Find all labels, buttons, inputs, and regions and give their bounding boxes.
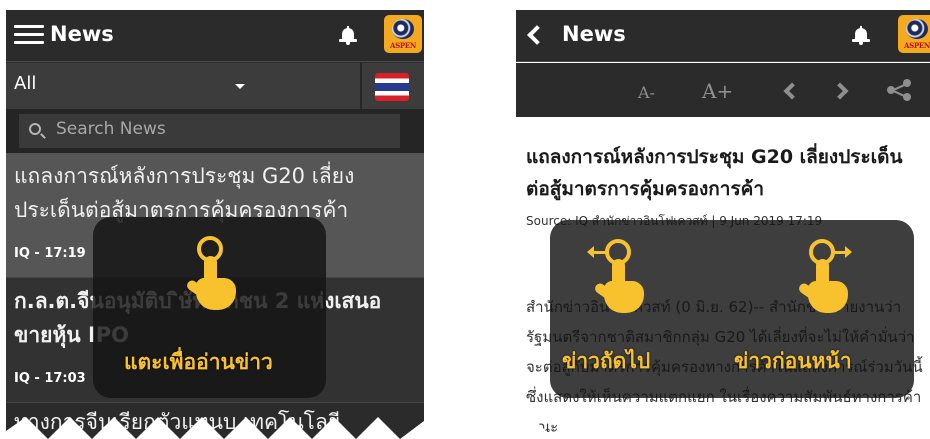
aspen-logo[interactable]: ASPEN: [898, 15, 930, 53]
header-title: News: [50, 22, 114, 46]
filter-row: All: [6, 63, 424, 109]
news-list-screen: News ASPEN All Search News แถลงการณ์หลัง…: [6, 10, 424, 439]
bell-icon[interactable]: [339, 26, 357, 46]
search-input[interactable]: Search News: [19, 114, 400, 148]
news-detail-screen: News ASPEN A- A+ แถลงการณ์หลังการประชุม …: [516, 10, 930, 439]
article-headline: แถลงการณ์หลังการประชุม G20 เลี่ยงประเด็น…: [526, 146, 903, 200]
aspen-logo[interactable]: ASPEN: [384, 15, 422, 53]
previous-article-icon[interactable]: [783, 82, 801, 100]
logo-text: ASPEN: [904, 41, 930, 50]
header-bar: News ASPEN: [6, 10, 424, 62]
previous-news-hint: ข่าวก่อนหน้า: [734, 349, 852, 373]
torn-edge: [516, 417, 930, 439]
back-icon[interactable]: [527, 25, 547, 45]
font-decrease-button[interactable]: A-: [638, 83, 655, 102]
tap-to-read-hint: แตะเพื่ออ่านข่าว: [124, 350, 273, 374]
share-icon[interactable]: [887, 79, 911, 101]
torn-edge: [6, 417, 424, 439]
next-article-icon[interactable]: [831, 82, 849, 100]
thai-flag-icon[interactable]: [375, 73, 409, 101]
category-dropdown[interactable]: All: [6, 63, 362, 109]
news-meta: IQ - 17:19: [14, 246, 86, 261]
bell-icon[interactable]: [852, 26, 870, 46]
search-bar: Search News: [6, 109, 424, 153]
search-placeholder: Search News: [56, 119, 166, 139]
header-bar: News ASPEN: [516, 10, 930, 62]
news-meta: IQ - 17:03: [14, 371, 86, 386]
category-value: All: [14, 73, 37, 94]
font-increase-button[interactable]: A+: [702, 79, 733, 103]
logo-text: ASPEN: [390, 41, 416, 50]
menu-icon[interactable]: [14, 24, 44, 46]
tap-hand-icon: [182, 236, 242, 316]
caret-down-icon: [235, 84, 245, 89]
header-title: News: [562, 22, 626, 46]
swipe-left-hand-icon: [587, 239, 650, 319]
article-toolbar: A- A+: [516, 63, 930, 117]
swipe-right-hand-icon: [794, 239, 854, 319]
search-icon: [29, 123, 41, 135]
next-news-hint: ข่าวถัดไป: [562, 349, 651, 373]
